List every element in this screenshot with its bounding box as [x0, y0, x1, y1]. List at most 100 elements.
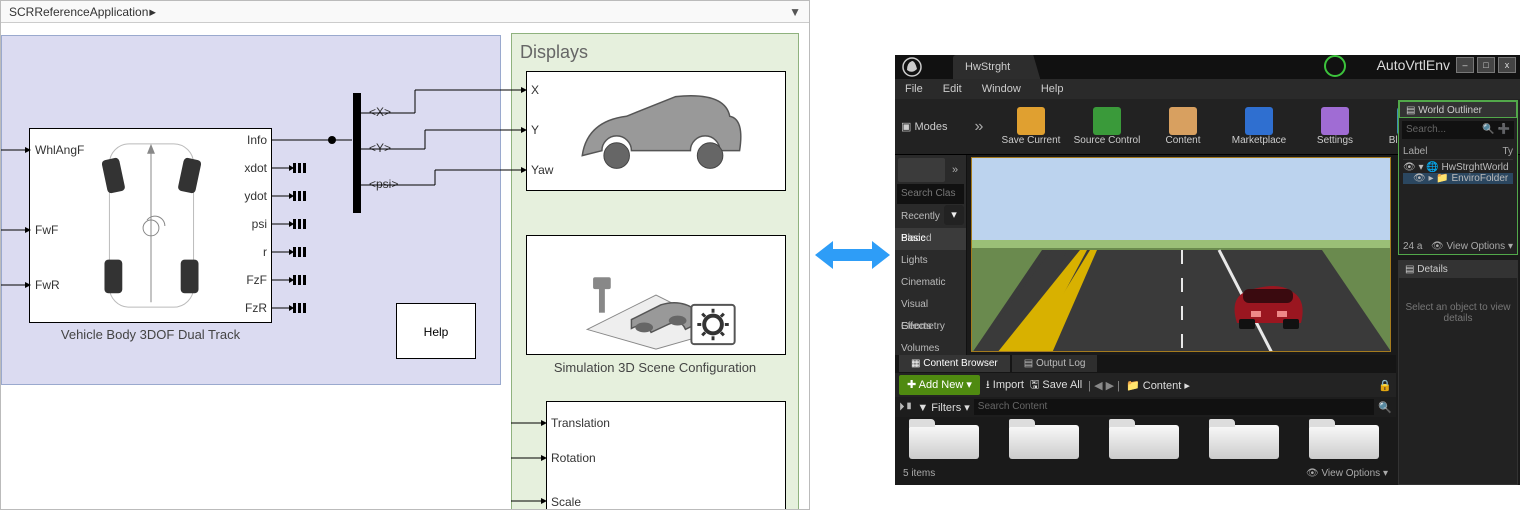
scene-config-caption: Simulation 3D Scene Configuration — [511, 360, 799, 375]
help-block-label: Help — [424, 325, 449, 339]
close-button[interactable]: x — [1498, 57, 1516, 73]
mode-geometry[interactable]: Geometry — [895, 316, 966, 338]
port-in-fwf: FwF — [35, 223, 58, 237]
outliner-count: 24 a — [1403, 241, 1422, 252]
unreal-logo-icon — [901, 56, 923, 78]
vec-port-rotation: Rotation — [551, 451, 596, 465]
content-grid[interactable] — [895, 419, 1396, 463]
modes-toolbar-icons: » — [895, 155, 966, 182]
bottom-tab-strip: ▦ Content Browser ▤ Output Log — [895, 355, 1396, 373]
viewport-dropdown-icon[interactable]: ▾ — [944, 205, 964, 225]
modes-panel: » Search Clas Recently Placed Basic Ligh… — [895, 155, 967, 355]
outliner-tree[interactable]: Label Ty 👁 ▾ 🌐 HwStrghtWorld 👁 ▸ 📁 Envir… — [1399, 142, 1517, 186]
car-side-icon — [527, 72, 785, 190]
ue-window-title: AutoVrtlEnv — [1377, 57, 1450, 73]
outliner-item-enviro[interactable]: 👁 ▸ 📁 EnviroFolder — [1403, 173, 1513, 184]
search-icon: 🔍 — [1378, 401, 1392, 414]
place-mode-icon[interactable] — [898, 158, 945, 182]
details-empty-hint: Select an object to view details — [1399, 278, 1517, 348]
outliner-columns: Label Ty — [1403, 144, 1513, 160]
outliner-search-input[interactable]: Search...🔍 ➕ — [1402, 121, 1514, 139]
demux-bar[interactable] — [353, 93, 361, 213]
mode-visual-effects[interactable]: Visual Effects — [895, 294, 966, 316]
minimize-button[interactable]: – — [1456, 57, 1474, 73]
save-all-button[interactable]: 🖫 Save All — [1030, 376, 1082, 395]
world-outliner-header[interactable]: ▤ World Outliner — [1399, 101, 1517, 118]
input-arrows — [1, 23, 31, 333]
level-viewport[interactable] — [971, 157, 1391, 352]
tab-content-browser[interactable]: ▦ Content Browser — [899, 355, 1010, 372]
scene-config-block[interactable] — [526, 235, 786, 355]
modes-more-icon[interactable]: » — [947, 158, 963, 182]
breadcrumb[interactable]: SCRReferenceApplication ▶ ▼ — [1, 1, 809, 23]
lock-icon[interactable]: 🔒 — [1378, 379, 1392, 392]
menu-edit[interactable]: Edit — [943, 79, 962, 99]
folder-item[interactable] — [909, 425, 979, 459]
maximize-button[interactable]: □ — [1477, 57, 1495, 73]
help-block[interactable]: Help — [396, 303, 476, 359]
scope-block[interactable] — [526, 71, 786, 191]
outliner-item-world[interactable]: 👁 ▾ 🌐 HwStrghtWorld — [1403, 162, 1513, 173]
folder-item[interactable] — [1109, 425, 1179, 459]
vehicle-body-caption: Vehicle Body 3DOF Dual Track — [29, 327, 272, 342]
modes-panel-header[interactable]: ▣ Modes — [895, 116, 965, 137]
mode-lights[interactable]: Lights — [895, 250, 966, 272]
breadcrumb-model[interactable]: SCRReferenceApplication — [9, 1, 148, 23]
modes-search-input[interactable]: Search Clas — [897, 184, 964, 204]
filters-button[interactable]: ▼ Filters ▾ — [917, 401, 969, 414]
folder-item[interactable] — [1209, 425, 1279, 459]
ue-level-tab-label: HwStrght — [965, 61, 1010, 73]
content-path-button[interactable]: 📁 Content ▸ — [1126, 379, 1190, 392]
menu-file[interactable]: File — [905, 79, 923, 99]
content-view-options[interactable]: 👁 View Options ▾ — [1306, 468, 1388, 479]
demux-to-scope-lines — [361, 23, 531, 223]
port-in-fwr: FwR — [35, 278, 60, 292]
window-controls: – □ x — [1456, 57, 1516, 73]
toolbar-marketplace[interactable]: Marketplace — [1221, 102, 1297, 152]
folder-item[interactable] — [1009, 425, 1079, 459]
toolbar-scroll-left[interactable]: » — [965, 118, 993, 136]
folder-item[interactable] — [1309, 425, 1379, 459]
outliner-view-options[interactable]: 👁 View Options ▾ — [1431, 241, 1513, 252]
ue-menubar: File Edit Window Help — [895, 79, 1520, 99]
port-out-psi: psi — [231, 217, 267, 231]
items-count-label: 5 items — [903, 468, 935, 479]
vec-port-translation: Translation — [551, 416, 610, 430]
content-search-input[interactable]: Search Content — [974, 399, 1375, 415]
toolbar-content[interactable]: Content — [1145, 102, 1221, 152]
ue-titlebar[interactable]: HwStrght AutoVrtlEnv – □ x — [895, 55, 1520, 79]
content-browser-footer: 5 items 👁 View Options ▾ — [895, 463, 1396, 483]
source-control-status-icon[interactable] — [1324, 55, 1346, 77]
bidirectional-arrow-icon — [815, 235, 890, 275]
sources-toggle-icon[interactable]: ⏵▮ — [899, 401, 913, 414]
toolbar-source-control[interactable]: Source Control — [1069, 102, 1145, 152]
port-out-fzr: FzR — [231, 301, 267, 315]
scene-config-icon — [527, 236, 785, 354]
mode-cinematic[interactable]: Cinematic — [895, 272, 966, 294]
toolbar-settings[interactable]: Settings — [1297, 102, 1373, 152]
toolbar-save-current[interactable]: Save Current — [993, 102, 1069, 152]
viewport-scene-icon — [972, 158, 1391, 352]
outliner-footer: 24 a 👁 View Options ▾ — [1403, 241, 1513, 252]
add-new-button[interactable]: ✚ Add New ▾ — [899, 375, 980, 395]
port-out-ydot: ydot — [231, 189, 267, 203]
import-button[interactable]: ⭳ Import — [986, 376, 1024, 395]
simulink-window: SCRReferenceApplication ▶ ▼ Vehicle Body… — [0, 0, 810, 510]
scope-port-yaw: Yaw — [531, 163, 553, 177]
scope-port-x: X — [531, 83, 539, 97]
port-out-r: r — [231, 245, 267, 259]
content-browser-toolbar: ✚ Add New ▾ ⭳ Import 🖫 Save All | ◀ ▶ | … — [895, 373, 1396, 397]
details-panel: ▤ Details Select an object to view detai… — [1398, 260, 1518, 485]
menu-help[interactable]: Help — [1041, 79, 1064, 99]
content-filter-row: ⏵▮ ▼ Filters ▾ Search Content 🔍 — [895, 397, 1396, 417]
info-bus-line — [272, 23, 362, 213]
tab-output-log[interactable]: ▤ Output Log — [1012, 355, 1098, 372]
simulink-canvas[interactable]: Vehicle Body 3DOF Dual Track WhlAngF FwF… — [1, 23, 809, 509]
details-header[interactable]: ▤ Details — [1399, 261, 1517, 278]
dropdown-icon[interactable]: ▼ — [789, 1, 801, 23]
menu-window[interactable]: Window — [982, 79, 1021, 99]
port-out-xdot: xdot — [231, 161, 267, 175]
chevron-right-icon: ▶ — [150, 4, 156, 19]
vec-port-scale: Scale — [551, 495, 581, 509]
ue-level-tab[interactable]: HwStrght — [953, 55, 1040, 79]
